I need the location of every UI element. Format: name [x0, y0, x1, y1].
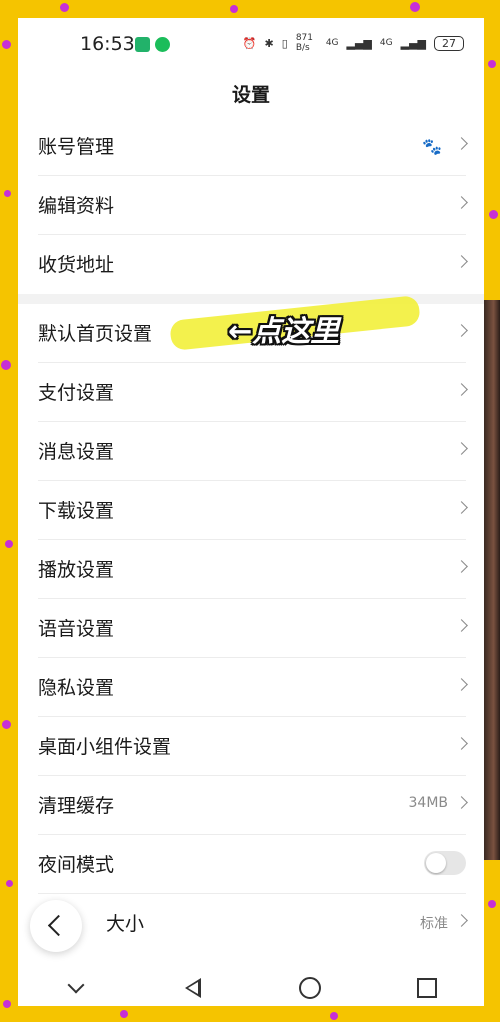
chevron-right-icon: [455, 678, 468, 691]
settings-row-edit-profile[interactable]: 编辑资料: [18, 176, 484, 235]
settings-row-label: 收货地址: [38, 254, 115, 276]
system-nav-bar: [18, 970, 484, 1006]
nav-home-icon[interactable]: [289, 973, 329, 1003]
settings-row-account[interactable]: 账号管理 🐾: [18, 117, 484, 176]
font-size-value: 标准: [420, 916, 448, 932]
settings-row-label: 消息设置: [38, 441, 115, 463]
settings-row-playback[interactable]: 播放设置: [18, 540, 484, 599]
settings-row-label: 支付设置: [38, 382, 115, 404]
background-dot: [488, 900, 496, 908]
status-indicators: ⏰ ✱ ▯ 871 B/s 4G ▂▄▆ 4G ▂▄▆ 27: [243, 33, 464, 53]
chevron-right-icon: [455, 796, 468, 809]
nav-back-icon[interactable]: [173, 973, 213, 1003]
chevron-right-icon: [455, 619, 468, 632]
background-dot: [230, 5, 238, 13]
settings-row-label: 隐私设置: [38, 677, 115, 699]
settings-row-payment[interactable]: 支付设置: [18, 363, 484, 422]
app-notification-icon: [135, 37, 150, 52]
background-dot: [330, 1012, 338, 1020]
settings-row-font-size[interactable]: 大小 标准: [18, 894, 484, 953]
back-floating-button[interactable]: [30, 900, 82, 952]
background-dot: [60, 3, 69, 12]
chevron-right-icon: [455, 442, 468, 455]
background-dot: [6, 880, 13, 887]
chevron-left-icon: [47, 914, 70, 937]
nav-hide-icon[interactable]: [56, 973, 96, 1003]
net-speed: 871 B/s: [295, 33, 313, 53]
settings-row-widget[interactable]: 桌面小组件设置: [18, 717, 484, 776]
background-dot: [3, 1000, 11, 1008]
settings-row-label: 夜间模式: [38, 854, 115, 876]
background-dot: [488, 60, 496, 68]
vibrate-icon: ▯: [281, 36, 288, 50]
chevron-right-icon: [455, 560, 468, 573]
chevron-right-icon: [455, 196, 468, 209]
toggle-knob: [426, 853, 446, 873]
chevron-right-icon: [455, 383, 468, 396]
settings-row-label: 语音设置: [38, 618, 115, 640]
nav-recent-icon[interactable]: [406, 973, 446, 1003]
settings-row-clear-cache[interactable]: 清理缓存 34MB: [18, 776, 484, 835]
background-dot: [1, 360, 11, 370]
settings-row-label: 下载设置: [38, 500, 115, 522]
status-bar: 16:53 ⏰ ✱ ▯ 871 B/s 4G ▂▄▆ 4G ▂▄▆ 27: [18, 18, 484, 70]
settings-row-label: 桌面小组件设置: [38, 736, 172, 758]
settings-row-label: 编辑资料: [38, 195, 115, 217]
chevron-right-icon: [455, 737, 468, 750]
background-dot: [4, 190, 11, 197]
settings-row-label: 大小: [106, 913, 145, 935]
settings-row-voice[interactable]: 语音设置: [18, 599, 484, 658]
bluetooth-icon: ✱: [264, 36, 274, 50]
background-photo-edge: [484, 300, 500, 860]
chevron-right-icon: [455, 914, 468, 927]
settings-row-label: 账号管理: [38, 136, 115, 158]
chevron-right-icon: [455, 255, 468, 268]
settings-row-label: 清理缓存: [38, 795, 115, 817]
settings-row-privacy[interactable]: 隐私设置: [18, 658, 484, 717]
background-dot: [2, 40, 11, 49]
background-dot: [5, 540, 13, 548]
status-time: 16:53: [80, 33, 135, 55]
signal-4g-1: 4G: [325, 38, 339, 48]
signal-bars-icon: ▂▄▆: [400, 36, 426, 50]
battery-indicator: 27: [434, 35, 464, 51]
settings-row-message[interactable]: 消息设置: [18, 422, 484, 481]
wechat-icon: [155, 37, 170, 52]
paw-icon: 🐾: [422, 137, 442, 156]
background-dot: [2, 720, 11, 729]
settings-row-download[interactable]: 下载设置: [18, 481, 484, 540]
phone-screen: 16:53 ⏰ ✱ ▯ 871 B/s 4G ▂▄▆ 4G ▂▄▆ 27 设置 …: [18, 18, 484, 1006]
background-dot: [120, 1010, 128, 1018]
alarm-icon: ⏰: [242, 36, 257, 50]
background-dot: [410, 2, 420, 12]
chevron-right-icon: [455, 501, 468, 514]
chevron-right-icon: [455, 324, 468, 337]
signal-bars-icon: ▂▄▆: [346, 36, 372, 50]
night-mode-toggle[interactable]: [424, 851, 466, 875]
cache-size-value: 34MB: [408, 795, 449, 811]
page-title: 设置: [231, 84, 270, 106]
settings-row-night-mode: 夜间模式: [18, 835, 484, 894]
background-dot: [489, 210, 498, 219]
settings-row-label: 默认首页设置: [38, 323, 153, 345]
signal-4g-2: 4G: [379, 38, 393, 48]
annotation-text: ←点这里: [228, 314, 340, 348]
settings-row-label: 播放设置: [38, 559, 115, 581]
settings-row-address[interactable]: 收货地址: [18, 235, 484, 294]
chevron-right-icon: [455, 137, 468, 150]
